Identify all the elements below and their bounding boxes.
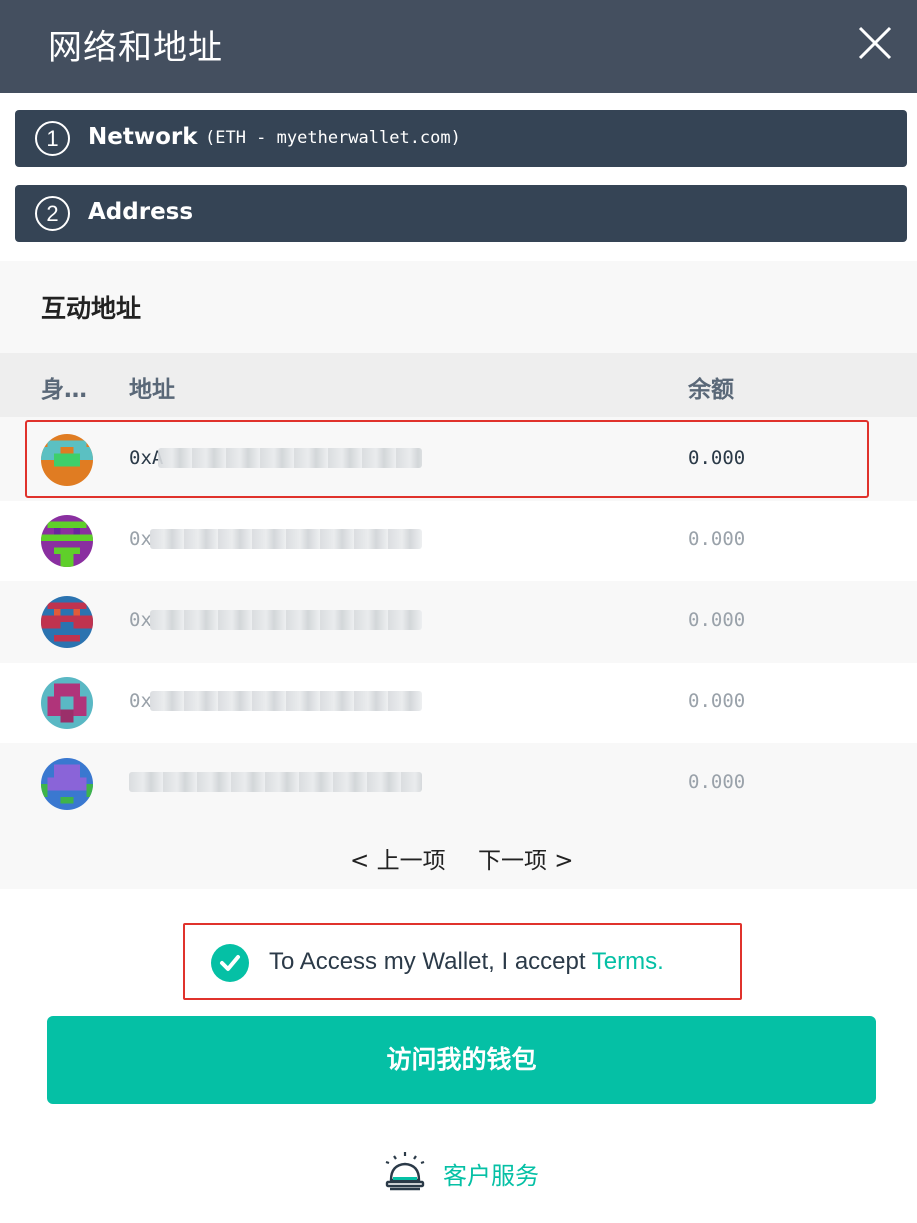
access-wallet-button[interactable]: 访问我的钱包 bbox=[47, 1016, 876, 1104]
column-identicon: 身… bbox=[41, 377, 87, 403]
address-panel: 互动地址 身… 地址 余额 0xA 0.000 0x 0.000 0x 0.00… bbox=[0, 261, 917, 889]
address-row[interactable]: 0x 0.000 bbox=[0, 582, 917, 662]
step-number: 2 bbox=[35, 196, 70, 231]
address-redacted bbox=[150, 529, 422, 549]
identicon-avatar bbox=[41, 758, 93, 810]
network-name: (ETH - myetherwallet.com) bbox=[205, 128, 461, 148]
modal-title: 网络和地址 bbox=[48, 28, 223, 68]
balance-value: 0.000 bbox=[688, 771, 746, 793]
address-row[interactable]: 0.000 bbox=[0, 744, 917, 824]
column-address: 地址 bbox=[129, 377, 175, 403]
step-label: Network bbox=[88, 124, 198, 150]
address-row[interactable]: 0x 0.000 bbox=[0, 663, 917, 743]
table-header: 身… 地址 余额 bbox=[0, 353, 917, 417]
support-label: 客户服务 bbox=[443, 1162, 539, 1190]
address-redacted bbox=[129, 772, 422, 792]
address-redacted bbox=[150, 691, 422, 711]
terms-statement: To Access my Wallet, I accept bbox=[269, 948, 592, 975]
step-network[interactable]: 1 Network (ETH - myetherwallet.com) bbox=[15, 110, 907, 167]
panel-title: 互动地址 bbox=[41, 294, 142, 323]
identicon-avatar bbox=[41, 677, 93, 729]
identicon-avatar bbox=[41, 596, 93, 648]
balance-value: 0.000 bbox=[688, 609, 746, 631]
balance-value: 0.000 bbox=[688, 690, 746, 712]
service-bell-icon bbox=[385, 1152, 425, 1191]
checkmark-icon[interactable] bbox=[211, 944, 249, 982]
address-redacted bbox=[150, 610, 422, 630]
address-text: 0x bbox=[129, 690, 152, 712]
terms-link[interactable]: Terms. bbox=[592, 948, 664, 975]
previous-page-link[interactable]: < 上一项 bbox=[350, 841, 446, 875]
next-page-link[interactable]: 下一项 > bbox=[478, 841, 574, 875]
step-number: 1 bbox=[35, 121, 70, 156]
address-text: 0x bbox=[129, 528, 152, 550]
column-balance: 余额 bbox=[688, 377, 734, 403]
terms-acceptance[interactable]: To Access my Wallet, I accept Terms. bbox=[183, 923, 742, 1000]
step-label: Address bbox=[88, 199, 194, 225]
address-text: 0x bbox=[129, 609, 152, 631]
modal-header: 网络和地址 bbox=[0, 0, 917, 93]
address-row[interactable]: 0x 0.000 bbox=[0, 501, 917, 581]
step-address[interactable]: 2 Address bbox=[15, 185, 907, 242]
balance-value: 0.000 bbox=[688, 528, 746, 550]
terms-text: To Access my Wallet, I accept Terms. bbox=[269, 948, 664, 976]
identicon-avatar bbox=[41, 515, 93, 567]
close-icon[interactable] bbox=[856, 24, 894, 62]
selected-row-highlight bbox=[25, 420, 869, 498]
